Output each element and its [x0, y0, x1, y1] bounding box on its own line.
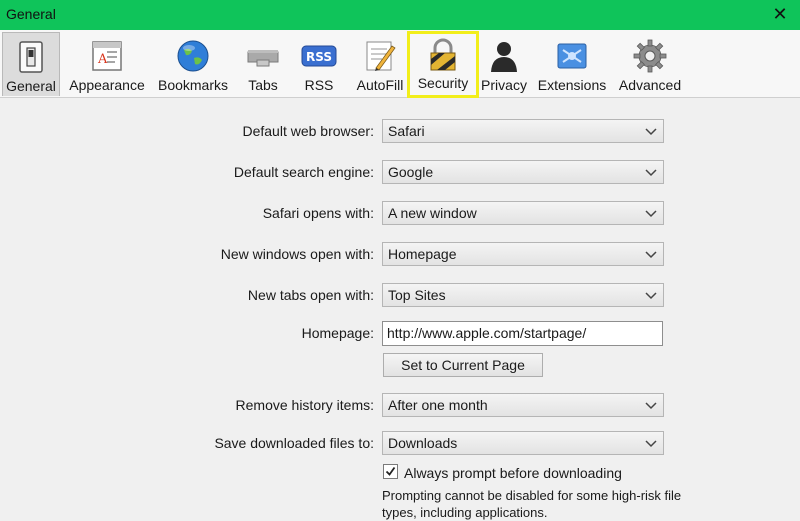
tab-label-advanced: Advanced	[618, 77, 682, 93]
close-icon[interactable]: ✕	[770, 4, 790, 24]
default-browser-select[interactable]: Safari	[382, 119, 664, 143]
save-downloads-row: Save downloaded files to: Downloads	[0, 431, 800, 457]
safari-opens-label: Safari opens with:	[262, 205, 374, 221]
chevron-down-icon	[645, 402, 657, 410]
new-windows-row: New windows open with: Homepage	[0, 242, 800, 268]
preferences-toolbar: General A Appearance Bookmarks Tabs RSS …	[0, 30, 800, 98]
set-current-page-button[interactable]: Set to Current Page	[383, 353, 543, 377]
remove-history-select[interactable]: After one month	[382, 393, 664, 417]
tab-appearance[interactable]: A Appearance	[66, 32, 148, 96]
tab-label-appearance: Appearance	[69, 77, 145, 93]
new-windows-value: Homepage	[388, 246, 457, 262]
tab-extensions[interactable]: Extensions	[536, 32, 608, 96]
chevron-down-icon	[645, 169, 657, 177]
save-downloads-value: Downloads	[388, 435, 458, 451]
search-engine-row: Default search engine: Google	[0, 160, 800, 186]
search-engine-label: Default search engine:	[233, 164, 374, 180]
svg-text:A: A	[97, 52, 108, 67]
default-browser-row: Default web browser: Safari	[0, 119, 800, 145]
tab-label-autofill: AutoFill	[356, 77, 404, 93]
search-engine-value: Google	[388, 164, 434, 180]
tab-general[interactable]: General	[2, 32, 60, 96]
tab-label-tabs: Tabs	[248, 77, 278, 93]
always-prompt-checkbox[interactable]	[383, 464, 398, 479]
puzzle-icon	[557, 43, 587, 69]
title-bar: General ✕	[0, 0, 800, 30]
chevron-down-icon	[645, 210, 657, 218]
homepage-label: Homepage:	[301, 325, 374, 341]
tab-label-general: General	[6, 78, 56, 94]
gear-icon	[633, 39, 667, 73]
homepage-field[interactable]: http://www.apple.com/startpage/	[382, 321, 663, 346]
tab-security[interactable]: Security	[407, 31, 479, 98]
tab-label-privacy: Privacy	[481, 77, 527, 93]
chevron-down-icon	[645, 292, 657, 300]
chevron-down-icon	[645, 128, 657, 136]
appearance-icon: A	[92, 41, 122, 71]
globe-icon	[177, 40, 209, 72]
tab-label-bookmarks: Bookmarks	[157, 77, 229, 93]
safari-opens-value: A new window	[388, 205, 477, 221]
tabs-icon	[247, 50, 279, 67]
chevron-down-icon	[645, 440, 657, 448]
remove-history-label: Remove history items:	[235, 397, 374, 413]
checkmark-icon	[385, 466, 396, 476]
safari-opens-select[interactable]: A new window	[382, 201, 664, 225]
rss-badge-text: RSS	[306, 50, 332, 64]
chevron-down-icon	[645, 251, 657, 259]
default-browser-label: Default web browser:	[242, 123, 374, 139]
remove-history-value: After one month	[388, 397, 488, 413]
new-windows-label: New windows open with:	[220, 246, 374, 262]
save-downloads-label: Save downloaded files to:	[214, 435, 374, 451]
pencil-icon	[366, 41, 396, 71]
safari-opens-row: Safari opens with: A new window	[0, 201, 800, 227]
person-icon	[491, 42, 517, 72]
tab-tabs[interactable]: Tabs	[238, 32, 288, 96]
new-tabs-row: New tabs open with: Top Sites	[0, 283, 800, 309]
new-tabs-select[interactable]: Top Sites	[382, 283, 664, 307]
tab-rss[interactable]: RSS RSS	[296, 32, 342, 96]
tab-label-extensions: Extensions	[537, 77, 607, 93]
window-title: General	[6, 6, 56, 22]
switch-icon	[19, 41, 43, 73]
save-downloads-select[interactable]: Downloads	[382, 431, 664, 455]
always-prompt-label: Always prompt before downloading	[404, 465, 622, 481]
new-tabs-label: New tabs open with:	[247, 287, 374, 303]
tab-label-security: Security	[417, 75, 469, 91]
rss-icon: RSS	[301, 45, 337, 67]
lock-icon	[430, 38, 456, 71]
tab-autofill[interactable]: AutoFill	[350, 32, 410, 96]
search-engine-select[interactable]: Google	[382, 160, 664, 184]
tab-privacy[interactable]: Privacy	[478, 32, 530, 96]
new-windows-select[interactable]: Homepage	[382, 242, 664, 266]
homepage-row: Homepage: http://www.apple.com/startpage…	[0, 321, 800, 347]
tab-label-rss: RSS	[304, 77, 334, 93]
tab-bookmarks[interactable]: Bookmarks	[154, 32, 232, 96]
default-browser-value: Safari	[388, 123, 425, 139]
remove-history-row: Remove history items: After one month	[0, 393, 800, 419]
new-tabs-value: Top Sites	[388, 287, 446, 303]
tab-advanced[interactable]: Advanced	[614, 32, 686, 96]
